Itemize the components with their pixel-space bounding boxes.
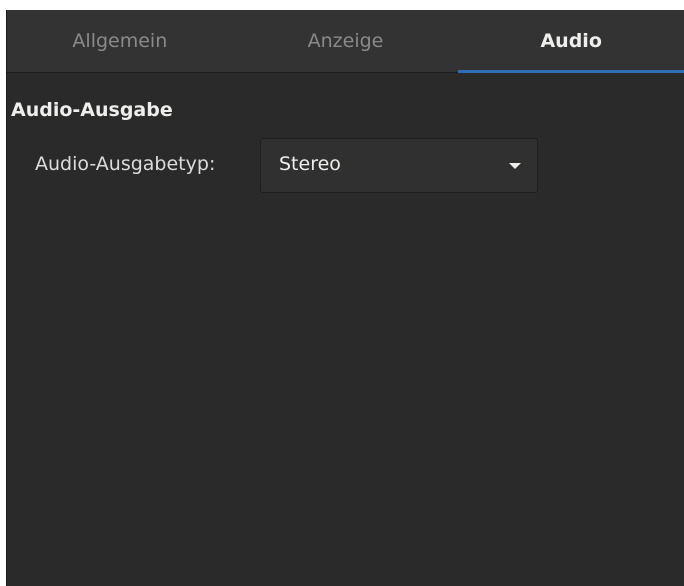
output-type-dropdown[interactable]: Stereo <box>260 138 538 193</box>
tab-audio[interactable]: Audio <box>458 10 684 73</box>
dropdown-selected-value: Stereo <box>279 153 341 175</box>
output-type-label: Audio-Ausgabetyp: <box>35 153 216 175</box>
chevron-down-icon <box>509 163 521 169</box>
preferences-window: Allgemein Anzeige Audio Audio-Ausgabe Au… <box>6 10 684 586</box>
tab-bar: Allgemein Anzeige Audio <box>7 10 684 73</box>
tab-anzeige[interactable]: Anzeige <box>233 10 459 72</box>
section-title: Audio-Ausgabe <box>11 99 173 121</box>
tab-label: Allgemein <box>72 30 168 52</box>
tab-label: Anzeige <box>307 30 384 52</box>
audio-settings-panel: Audio-Ausgabe Audio-Ausgabetyp: Stereo <box>7 73 684 586</box>
tab-label: Audio <box>540 30 602 52</box>
tab-allgemein[interactable]: Allgemein <box>7 10 233 72</box>
